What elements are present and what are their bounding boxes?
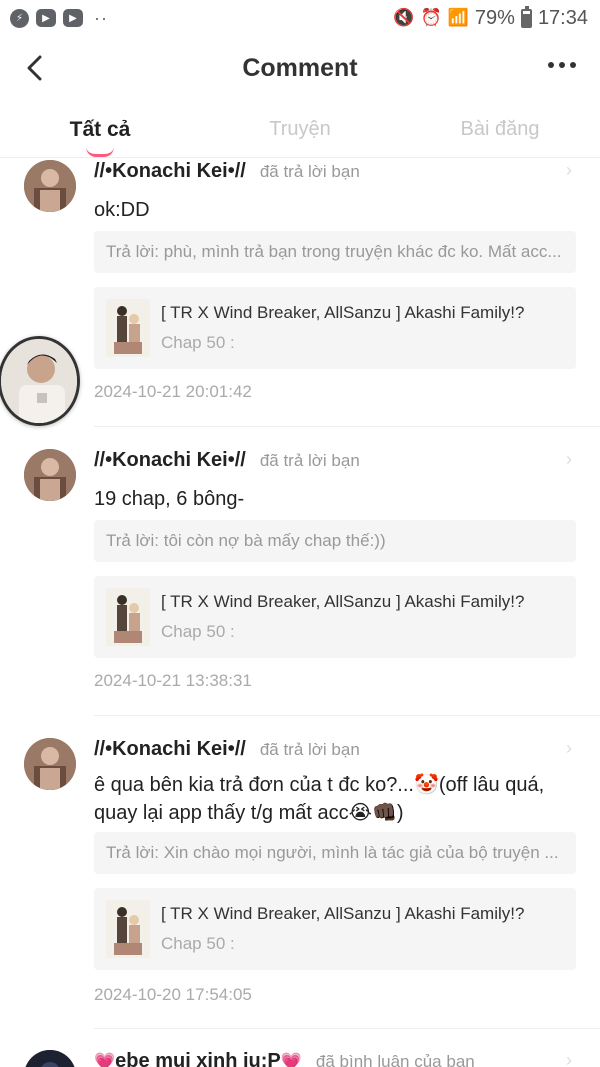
action-text: đã trả lời bạn xyxy=(259,740,360,759)
notification-icons: ⚡ ▶ ▶ ·· xyxy=(10,8,108,28)
tab-label: Truyện xyxy=(269,118,331,140)
avatar[interactable] xyxy=(24,1050,76,1067)
page-title: Comment xyxy=(242,53,358,82)
story-chapter: Chap 50 : xyxy=(161,622,235,641)
active-tab-indicator xyxy=(86,147,114,157)
tab-label: Tất cả xyxy=(69,118,131,141)
comment-text: 19 chap, 6 bông- xyxy=(94,488,245,510)
action-text: đã trả lời bạn xyxy=(259,451,360,470)
timestamp: 2024-10-21 13:38:31 xyxy=(94,671,252,690)
dot-icon xyxy=(570,62,576,68)
action-text: đã bình luận của bạn xyxy=(315,1052,475,1067)
reply-quote[interactable]: Trả lời: Xin chào mọi người, mình là tác… xyxy=(94,832,576,874)
wifi-icon: 📶 xyxy=(447,8,469,27)
more-notifications-icon: ·· xyxy=(94,8,108,28)
story-cover xyxy=(106,900,150,958)
story-cover xyxy=(106,588,150,646)
reply-quote[interactable]: Trả lời: tôi còn nợ bà mấy chap thế:)) xyxy=(94,520,576,562)
youtube-icon: ▶ xyxy=(63,9,83,27)
username[interactable]: 💗ebe mui xinh iu:P💗 xyxy=(94,1050,302,1067)
tab-stories[interactable]: Truyện xyxy=(200,100,400,157)
comment-list[interactable]: //•Konachi Kei•// đã trả lời bạn › ok:DD… xyxy=(0,158,600,1067)
story-chapter: Chap 50 : xyxy=(161,934,235,953)
dot-icon xyxy=(559,62,565,68)
username[interactable]: //•Konachi Kei•// xyxy=(94,449,246,472)
clock: 17:34 xyxy=(537,6,588,29)
story-card[interactable]: [ TR X Wind Breaker, AllSanzu ] Akashi F… xyxy=(94,888,576,970)
story-card[interactable]: [ TR X Wind Breaker, AllSanzu ] Akashi F… xyxy=(94,287,576,369)
comment-text-line: ê qua bên kia trả đơn của t đc ko?...🤡(o… xyxy=(94,774,545,796)
chevron-left-icon xyxy=(27,55,42,81)
username[interactable]: //•Konachi Kei•// xyxy=(94,738,246,761)
messenger-icon: ⚡ xyxy=(10,8,29,28)
tab-all[interactable]: Tất cả xyxy=(0,100,200,157)
divider xyxy=(94,1028,600,1029)
comment-text: ok:DD xyxy=(94,199,150,221)
comment-text: ê qua bên kia trả đơn của t đc ko?...🤡(o… xyxy=(94,771,560,827)
chevron-right-icon: › xyxy=(566,738,572,758)
heart-icon: 💗 xyxy=(94,1052,116,1067)
timestamp: 2024-10-20 17:54:05 xyxy=(94,985,252,1004)
divider xyxy=(94,715,600,716)
alarm-icon: ⏰ xyxy=(420,8,442,27)
battery-icon xyxy=(520,5,532,28)
story-title: [ TR X Wind Breaker, AllSanzu ] Akashi F… xyxy=(161,303,525,322)
username[interactable]: //•Konachi Kei•// xyxy=(94,160,246,183)
dot-icon xyxy=(548,62,554,68)
heart-icon: 💗 xyxy=(280,1052,302,1067)
floating-chat-head[interactable] xyxy=(0,336,80,426)
status-bar: ⚡ ▶ ▶ ·· 🔇 ⏰ 📶 79% 17:34 xyxy=(0,0,600,36)
battery-percent: 79% xyxy=(474,6,515,29)
story-cover xyxy=(106,299,150,357)
avatar[interactable] xyxy=(24,738,76,790)
story-title: [ TR X Wind Breaker, AllSanzu ] Akashi F… xyxy=(161,592,525,611)
more-options-button[interactable] xyxy=(548,62,576,68)
avatar[interactable] xyxy=(24,160,76,212)
reply-quote[interactable]: Trả lời: phù, mình trả bạn trong truyện … xyxy=(94,231,576,273)
story-card[interactable]: [ TR X Wind Breaker, AllSanzu ] Akashi F… xyxy=(94,576,576,658)
tab-label: Bài đăng xyxy=(460,118,540,140)
story-chapter: Chap 50 : xyxy=(161,333,235,352)
tab-posts[interactable]: Bài đăng xyxy=(400,100,600,157)
avatar[interactable] xyxy=(24,449,76,501)
username-text: ebe mui xinh iu:P xyxy=(115,1050,281,1067)
youtube-icon: ▶ xyxy=(36,9,56,27)
mute-icon: 🔇 xyxy=(393,8,415,27)
comment-text-line: quay lại app thấy t/g mất acc😭👊🏿) xyxy=(94,802,404,824)
app-header: Comment xyxy=(0,36,600,100)
divider xyxy=(94,426,600,427)
chevron-right-icon: › xyxy=(566,1050,572,1067)
story-title: [ TR X Wind Breaker, AllSanzu ] Akashi F… xyxy=(161,904,525,923)
action-text: đã trả lời bạn xyxy=(259,162,360,181)
timestamp: 2024-10-21 20:01:42 xyxy=(94,382,252,401)
chevron-right-icon: › xyxy=(566,160,572,180)
chevron-right-icon: › xyxy=(566,449,572,469)
back-button[interactable] xyxy=(20,54,48,82)
tab-bar: Tất cả Truyện Bài đăng xyxy=(0,100,600,158)
